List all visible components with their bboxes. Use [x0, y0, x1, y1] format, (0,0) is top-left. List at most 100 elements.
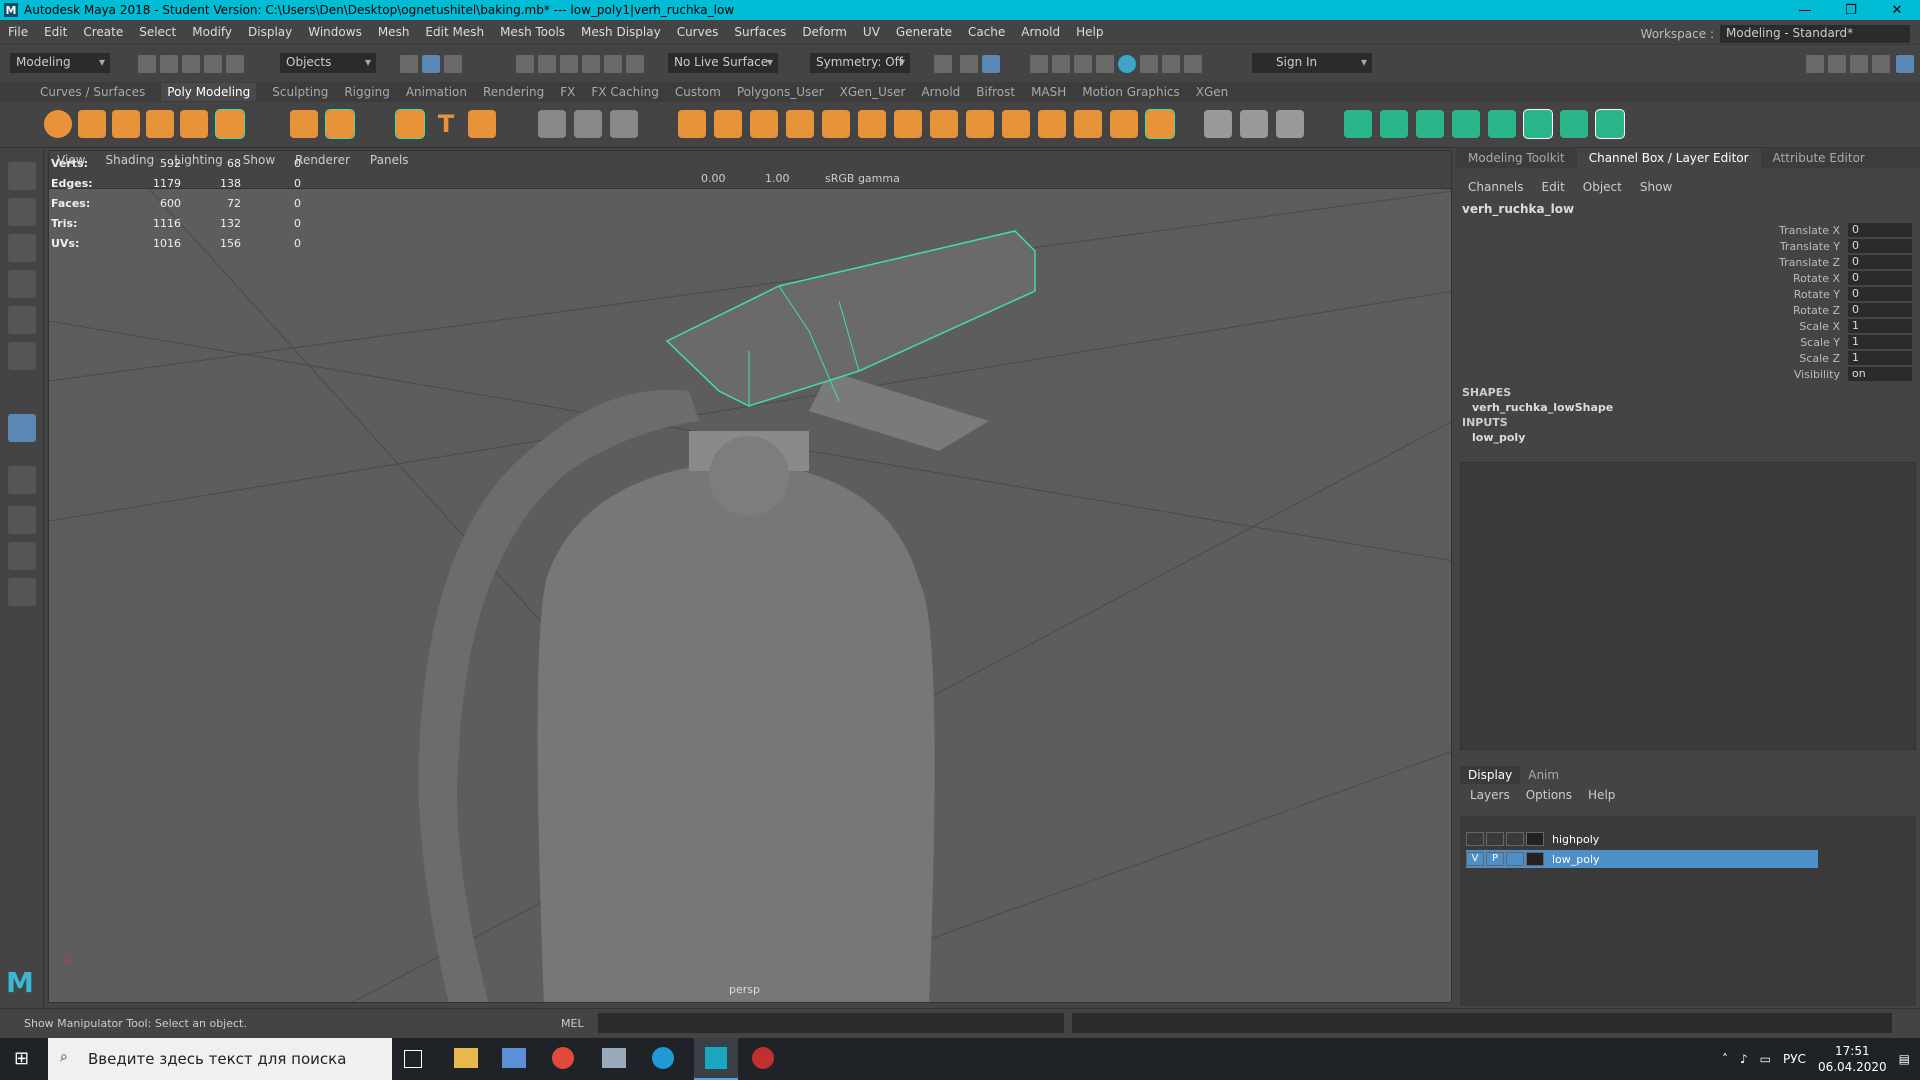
- skype-icon[interactable]: [652, 1047, 674, 1069]
- shelf-tab-poly-modeling[interactable]: Poly Modeling: [161, 83, 257, 101]
- cb-menu-channels[interactable]: Channels: [1468, 180, 1524, 194]
- retopo-icon[interactable]: [894, 110, 922, 138]
- shelf-tab-arnold[interactable]: Arnold: [921, 85, 960, 99]
- snap-vertex-icon[interactable]: [626, 55, 644, 73]
- show-manipulator-tool-icon[interactable]: [8, 414, 36, 442]
- paint-select-tool-icon[interactable]: [8, 234, 36, 262]
- windows-start-icon[interactable]: ⊞: [14, 1048, 29, 1069]
- tray-chevron-icon[interactable]: ˄: [1722, 1052, 1728, 1066]
- shelf-tab-fx-caching[interactable]: FX Caching: [591, 85, 658, 99]
- menu-create[interactable]: Create: [83, 25, 123, 39]
- four-view-layout-icon[interactable]: [8, 506, 36, 534]
- uv-planar-icon[interactable]: [1344, 110, 1372, 138]
- separate-icon[interactable]: [714, 110, 742, 138]
- snap-surface-icon[interactable]: [604, 55, 622, 73]
- attr-rotate-x[interactable]: Rotate X0: [1456, 270, 1920, 286]
- layer-color-swatch[interactable]: [1526, 832, 1544, 846]
- poly-cube-icon[interactable]: [78, 110, 106, 138]
- platonic-solid-icon[interactable]: [325, 109, 355, 139]
- uv-cut-icon[interactable]: [1560, 110, 1588, 138]
- menu-windows[interactable]: Windows: [308, 25, 362, 39]
- menu-help[interactable]: Help: [1076, 25, 1103, 39]
- layer-menu-options[interactable]: Options: [1526, 788, 1572, 802]
- poly-cone-icon[interactable]: [112, 110, 140, 138]
- network-app-icon[interactable]: [602, 1048, 626, 1068]
- attr-rotate-z[interactable]: Rotate Z0: [1456, 302, 1920, 318]
- poly-pipe-icon[interactable]: [290, 110, 318, 138]
- shelf-tab-animation[interactable]: Animation: [406, 85, 467, 99]
- uv-unfold-icon[interactable]: [1488, 110, 1516, 138]
- shelf-tab-mash[interactable]: MASH: [1031, 85, 1066, 99]
- render-current-frame-icon[interactable]: [960, 55, 978, 73]
- append-icon[interactable]: [1074, 110, 1102, 138]
- taskbar-search-input[interactable]: ⌕ Введите здесь текст для поиска: [48, 1038, 392, 1080]
- menu-select[interactable]: Select: [139, 25, 176, 39]
- layer-row-highpoly[interactable]: highpoly: [1466, 830, 1818, 848]
- outliner-layout-icon[interactable]: [8, 578, 36, 606]
- cb-menu-object[interactable]: Object: [1583, 180, 1622, 194]
- shape-node[interactable]: verh_ruchka_lowShape: [1462, 401, 1613, 414]
- offset-edge-loop-icon[interactable]: [1276, 110, 1304, 138]
- menu-surfaces[interactable]: Surfaces: [734, 25, 786, 39]
- tool-settings-icon[interactable]: [1850, 55, 1868, 73]
- maya-taskbar-button[interactable]: [694, 1038, 738, 1080]
- layer-visibility-toggle[interactable]: V: [1466, 852, 1484, 866]
- mirror-icon[interactable]: [750, 110, 778, 138]
- tab-attribute-editor[interactable]: Attribute Editor: [1761, 148, 1877, 168]
- layer-playback-toggle[interactable]: [1486, 832, 1504, 846]
- mode-dropdown[interactable]: Modeling: [10, 53, 110, 73]
- shelf-tab-xgen-user[interactable]: XGen_User: [840, 85, 906, 99]
- new-scene-icon[interactable]: [138, 55, 156, 73]
- rotate-tool-icon[interactable]: [8, 306, 36, 334]
- menu-uv[interactable]: UV: [863, 25, 880, 39]
- tab-channel-box[interactable]: Channel Box / Layer Editor: [1576, 148, 1761, 168]
- live-surface-dropdown[interactable]: No Live Surface: [668, 53, 778, 73]
- render-view-icon[interactable]: [1074, 55, 1092, 73]
- attr-scale-x[interactable]: Scale X1: [1456, 318, 1920, 334]
- layer-tab-display[interactable]: Display: [1460, 766, 1521, 784]
- attribute-editor-icon[interactable]: [1828, 55, 1846, 73]
- menu-deform[interactable]: Deform: [802, 25, 847, 39]
- command-input[interactable]: [598, 1013, 1064, 1033]
- channel-box-icon[interactable]: [1872, 55, 1890, 73]
- layer-color-swatch[interactable]: [1526, 852, 1544, 866]
- maximize-button[interactable]: ❐: [1828, 0, 1874, 20]
- layer-editor-icon[interactable]: [1896, 55, 1914, 73]
- input-node[interactable]: low_poly: [1462, 431, 1613, 444]
- poly-torus-icon[interactable]: [146, 110, 174, 138]
- select-hierarchy-icon[interactable]: [400, 55, 418, 73]
- attr-visibility[interactable]: Visibility on: [1456, 366, 1920, 382]
- poly-sphere-icon[interactable]: [44, 110, 72, 138]
- merge-icon[interactable]: [1110, 110, 1138, 138]
- viewport-persp[interactable]: View Shading Lighting Show Renderer Pane…: [48, 150, 1452, 1003]
- layer-menu-layers[interactable]: Layers: [1470, 788, 1510, 802]
- language-indicator[interactable]: РУС: [1783, 1052, 1806, 1066]
- smooth-icon[interactable]: [786, 110, 814, 138]
- uv-spherical-icon[interactable]: [1416, 110, 1444, 138]
- layer-visibility-toggle[interactable]: [1466, 832, 1484, 846]
- redo-icon[interactable]: [226, 55, 244, 73]
- render-settings-icon[interactable]: [1030, 55, 1048, 73]
- reduce-icon[interactable]: [822, 110, 850, 138]
- bridge-icon[interactable]: [930, 110, 958, 138]
- attr-translate-y[interactable]: Translate Y0: [1456, 238, 1920, 254]
- layer-display-type-toggle[interactable]: [1506, 852, 1524, 866]
- cb-menu-edit[interactable]: Edit: [1542, 180, 1565, 194]
- menu-modify[interactable]: Modify: [192, 25, 232, 39]
- close-button[interactable]: ✕: [1874, 0, 1920, 20]
- snap-point-icon[interactable]: [560, 55, 578, 73]
- sign-in-button[interactable]: Sign In: [1252, 53, 1372, 73]
- layer-display-type-toggle[interactable]: [1506, 832, 1524, 846]
- menu-mesh-display[interactable]: Mesh Display: [581, 25, 661, 39]
- cb-menu-show[interactable]: Show: [1640, 180, 1672, 194]
- lasso-tool-icon[interactable]: [8, 198, 36, 226]
- symmetry-dropdown[interactable]: Symmetry: Off: [810, 53, 910, 73]
- shelf-tab-curves-surfaces[interactable]: Curves / Surfaces: [40, 85, 145, 99]
- light-editor-icon[interactable]: [1096, 55, 1114, 73]
- menu-edit[interactable]: Edit: [44, 25, 67, 39]
- menu-display[interactable]: Display: [248, 25, 292, 39]
- tab-modeling-toolkit[interactable]: Modeling Toolkit: [1456, 148, 1577, 168]
- menu-arnold[interactable]: Arnold: [1021, 25, 1060, 39]
- poly-disc-icon[interactable]: [215, 109, 245, 139]
- bevel-icon[interactable]: [1002, 110, 1030, 138]
